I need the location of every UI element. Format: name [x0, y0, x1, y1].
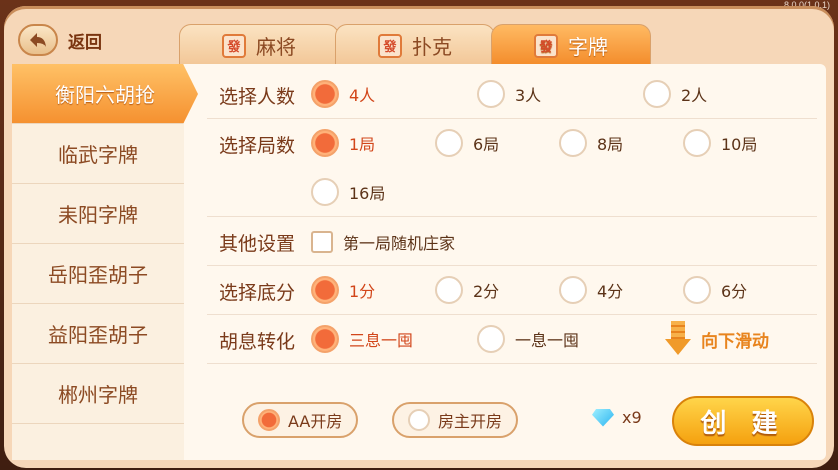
radio-selected — [311, 80, 339, 108]
rounds-option-6[interactable]: 6局 — [435, 129, 499, 157]
option-label: 2分 — [473, 282, 500, 301]
rounds-option-16[interactable]: 16局 — [311, 178, 385, 206]
rounds-row: 选择局数 1局 6局 8局 10局 16局 — [207, 119, 817, 217]
pill-label: AA开房 — [288, 412, 343, 431]
players-label: 选择人数 — [219, 86, 296, 108]
game-tabs: 發 麻将 發 扑克 發 字牌 — [179, 24, 651, 66]
tab-zipai[interactable]: 發 字牌 — [491, 24, 651, 66]
radio-selected — [311, 276, 339, 304]
option-label: 一息一囤 — [515, 331, 580, 350]
tab-poker[interactable]: 發 扑克 — [335, 24, 495, 66]
rounds-option-8[interactable]: 8局 — [559, 129, 623, 157]
tab-mahjong[interactable]: 發 麻将 — [179, 24, 339, 66]
content-area: 衡阳六胡抢 临武字牌 耒阳字牌 岳阳歪胡子 益阳歪胡子 郴州字牌 选择人数 4人… — [12, 64, 826, 460]
base-score-row: 选择底分 1分 2分 4分 6分 — [207, 266, 817, 315]
radio — [559, 129, 587, 157]
option-label: 8局 — [597, 135, 624, 154]
option-label: 4分 — [597, 282, 624, 301]
fa-tile-icon: 發 — [378, 33, 402, 58]
radio — [408, 409, 430, 431]
random-dealer-checkbox[interactable]: 第一局随机庄家 — [311, 230, 455, 254]
radio — [435, 276, 463, 304]
tab-label: 麻将 — [256, 35, 296, 59]
rounds-label: 选择局数 — [219, 135, 296, 157]
tab-label: 字牌 — [568, 35, 608, 59]
sidebar-item-yiyang[interactable]: 益阳歪胡子 — [12, 304, 184, 364]
back-button[interactable]: 返回 — [18, 24, 102, 56]
pay-owner-button[interactable]: 房主开房 — [392, 402, 519, 438]
option-label: 6分 — [721, 282, 748, 301]
pay-aa-button[interactable]: AA开房 — [242, 402, 359, 438]
radio — [435, 129, 463, 157]
scroll-down-hint: 向下滑动 — [665, 321, 769, 357]
rounds-option-10[interactable]: 10局 — [683, 129, 757, 157]
sidebar-item-leiyang[interactable]: 耒阳字牌 — [12, 184, 184, 244]
convert-option-one[interactable]: 一息一囤 — [477, 325, 579, 353]
radio — [477, 80, 505, 108]
tab-label: 扑克 — [412, 35, 452, 59]
checkbox — [311, 231, 333, 253]
option-label: 16局 — [349, 184, 386, 203]
players-row: 选择人数 4人 3人 2人 — [207, 70, 817, 119]
option-label: 4人 — [349, 86, 376, 105]
radio-selected — [258, 409, 280, 431]
option-label: 10局 — [721, 135, 758, 154]
sidebar-item-chenzhou[interactable]: 郴州字牌 — [12, 364, 184, 424]
back-arrow-icon — [18, 24, 58, 56]
radio — [643, 80, 671, 108]
gem-count: x9 — [622, 408, 642, 427]
down-arrow-icon — [665, 321, 691, 357]
hu-convert-label: 胡息转化 — [219, 331, 296, 353]
option-label: 1局 — [349, 135, 376, 154]
other-settings-row: 其他设置 第一局随机庄家 — [207, 217, 817, 266]
score-option-6[interactable]: 6分 — [683, 276, 747, 304]
pill-label: 房主开房 — [438, 412, 503, 431]
sidebar-item-yueyang[interactable]: 岳阳歪胡子 — [12, 244, 184, 304]
bottom-bar: AA开房 房主开房 x9 创 建 — [222, 396, 822, 450]
radio — [559, 276, 587, 304]
hu-convert-row: 胡息转化 三息一囤 一息一囤 向下滑动 — [207, 315, 817, 364]
radio — [683, 276, 711, 304]
convert-option-three[interactable]: 三息一囤 — [311, 325, 413, 353]
base-score-label: 选择底分 — [219, 282, 296, 304]
option-label: 2人 — [681, 86, 708, 105]
radio — [477, 325, 505, 353]
players-option-4[interactable]: 4人 — [311, 80, 375, 108]
score-option-4[interactable]: 4分 — [559, 276, 623, 304]
option-label: 6局 — [473, 135, 500, 154]
create-room-panel: 返回 發 麻将 發 扑克 發 字牌 衡阳六胡抢 临武字牌 耒阳字牌 岳阳歪胡子 … — [4, 6, 834, 468]
score-option-2[interactable]: 2分 — [435, 276, 499, 304]
sidebar-item-linwu[interactable]: 临武字牌 — [12, 124, 184, 184]
checkbox-label: 第一局随机庄家 — [343, 234, 456, 253]
option-label: 1分 — [349, 282, 376, 301]
game-sidebar: 衡阳六胡抢 临武字牌 耒阳字牌 岳阳歪胡子 益阳歪胡子 郴州字牌 — [12, 64, 198, 460]
back-label: 返回 — [68, 32, 102, 53]
scroll-hint-label: 向下滑动 — [701, 331, 769, 352]
fa-tile-icon: 發 — [534, 33, 558, 58]
players-option-3[interactable]: 3人 — [477, 80, 541, 108]
score-option-1[interactable]: 1分 — [311, 276, 375, 304]
rounds-option-1[interactable]: 1局 — [311, 129, 375, 157]
fa-tile-icon: 發 — [222, 33, 246, 58]
option-label: 3人 — [515, 86, 542, 105]
players-option-2[interactable]: 2人 — [643, 80, 707, 108]
gem-cost: x9 — [592, 408, 642, 427]
radio — [311, 178, 339, 206]
radio — [683, 129, 711, 157]
other-settings-label: 其他设置 — [219, 233, 296, 255]
radio-selected — [311, 129, 339, 157]
diamond-icon — [592, 408, 614, 427]
radio-selected — [311, 325, 339, 353]
create-button[interactable]: 创 建 — [672, 396, 814, 446]
header: 返回 發 麻将 發 扑克 發 字牌 — [4, 6, 834, 66]
settings-form: 选择人数 4人 3人 2人 选择局数 1局 6局 8局 10局 16局 其他设置… — [207, 70, 817, 364]
option-label: 三息一囤 — [349, 331, 414, 350]
sidebar-item-hengyang[interactable]: 衡阳六胡抢 — [12, 64, 198, 124]
